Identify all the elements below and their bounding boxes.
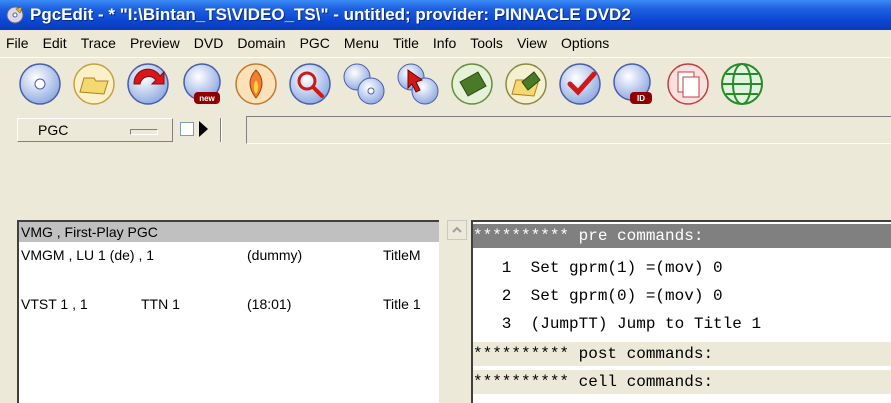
menu-title[interactable]: Title — [386, 30, 426, 56]
menu-view[interactable]: View — [510, 30, 554, 56]
pgc-selector-label: PGC — [38, 122, 69, 138]
toolbar-separator — [220, 118, 222, 142]
globe-icon — [721, 63, 763, 105]
menu-dvd[interactable]: DVD — [187, 30, 231, 56]
globe-button[interactable] — [720, 62, 764, 106]
tree-row-duration: (dummy) — [247, 247, 303, 263]
menu-info[interactable]: Info — [426, 30, 463, 56]
menu-bar: File Edit Trace Preview DVD Domain PGC Menu Titl… — [0, 30, 891, 56]
menu-options[interactable]: Options — [554, 30, 616, 56]
post-commands-header[interactable]: ********** post commands: — [473, 342, 891, 366]
command-line[interactable]: 2 Set gprm(0) =(mov) 0 — [473, 284, 891, 308]
menu-menu[interactable]: Menu — [337, 30, 386, 56]
app-icon — [6, 6, 24, 24]
open-folder-icon — [73, 63, 115, 105]
pre-commands-header[interactable]: ********** pre commands: — [473, 224, 891, 248]
reload-button[interactable] — [126, 62, 170, 106]
command-line[interactable]: 3 (JumpTT) Jump to Title 1 — [473, 312, 891, 336]
menu-preview[interactable]: Preview — [123, 30, 187, 56]
search-button[interactable] — [288, 62, 332, 106]
disc-id-icon: ID — [613, 63, 652, 104]
tree-row-duration: (18:01) — [247, 296, 292, 312]
disc-id-button[interactable]: ID — [612, 62, 656, 106]
pgc-tree-panel[interactable]: VMG , First-Play PGC VMGM , LU 1 (de) , … — [17, 220, 439, 403]
command-field[interactable] — [246, 116, 891, 144]
command-panel[interactable]: ********** pre commands: 1 Set gprm(1) =… — [471, 220, 891, 403]
open-folder-button[interactable] — [72, 62, 116, 106]
disc-link-icon — [343, 63, 385, 105]
new-disc-button[interactable]: new — [180, 62, 224, 106]
burn-icon — [235, 63, 277, 105]
menu-edit[interactable]: Edit — [36, 30, 74, 56]
open-disc-button[interactable] — [18, 62, 62, 106]
tree-row-type: Title 1 — [383, 296, 421, 312]
check-icon — [559, 63, 601, 105]
toolbar: new ID — [0, 57, 891, 110]
tree-row-ttn: TTN 1 — [141, 296, 180, 312]
menu-trace[interactable]: Trace — [74, 30, 123, 56]
tree-row-domain: VTST 1 , 1 — [21, 296, 88, 312]
command-line[interactable]: 1 Set gprm(1) =(mov) 0 — [473, 256, 891, 280]
disc-pointer-icon — [397, 63, 439, 105]
tree-row-domain: VMG , First-Play PGC — [21, 224, 158, 240]
save-button[interactable] — [450, 62, 494, 106]
menu-domain[interactable]: Domain — [230, 30, 292, 56]
burn-button[interactable] — [234, 62, 278, 106]
pgc-selector-handle — [130, 129, 158, 135]
svg-text:new: new — [199, 94, 215, 103]
menu-pgc[interactable]: PGC — [293, 30, 337, 56]
save-as-button[interactable] — [504, 62, 548, 106]
chevron-up-icon — [452, 226, 462, 233]
cell-commands-header[interactable]: ********** cell commands: — [473, 370, 891, 394]
pgc-checkbox[interactable] — [180, 122, 194, 136]
menu-file[interactable]: File — [0, 30, 36, 56]
open-disc-icon — [19, 63, 61, 105]
title-bar[interactable]: PgcEdit - * "I:\Bintan_TS\VIDEO_TS\" - u… — [0, 0, 891, 30]
tree-row-type: TitleM — [383, 247, 421, 263]
reload-icon — [127, 63, 169, 105]
new-disc-icon: new — [183, 63, 221, 104]
copy-button[interactable] — [666, 62, 710, 106]
copy-icon — [667, 63, 709, 105]
pgc-bar: PGC — [0, 112, 891, 146]
save-as-icon — [505, 63, 547, 105]
svg-text:ID: ID — [637, 94, 645, 103]
window-title: PgcEdit - * "I:\Bintan_TS\VIDEO_TS\" - u… — [30, 5, 631, 24]
disc-link-button[interactable] — [342, 62, 386, 106]
scroll-up-button[interactable] — [447, 220, 467, 240]
pgc-selector[interactable]: PGC — [17, 118, 173, 142]
check-button[interactable] — [558, 62, 602, 106]
disc-pointer-button[interactable] — [396, 62, 440, 106]
play-arrow-icon[interactable] — [199, 121, 208, 137]
menu-tools[interactable]: Tools — [463, 30, 510, 56]
tree-row-domain: VMGM , LU 1 (de) , 1 — [21, 247, 155, 263]
search-icon — [289, 63, 331, 105]
save-icon — [451, 63, 493, 105]
